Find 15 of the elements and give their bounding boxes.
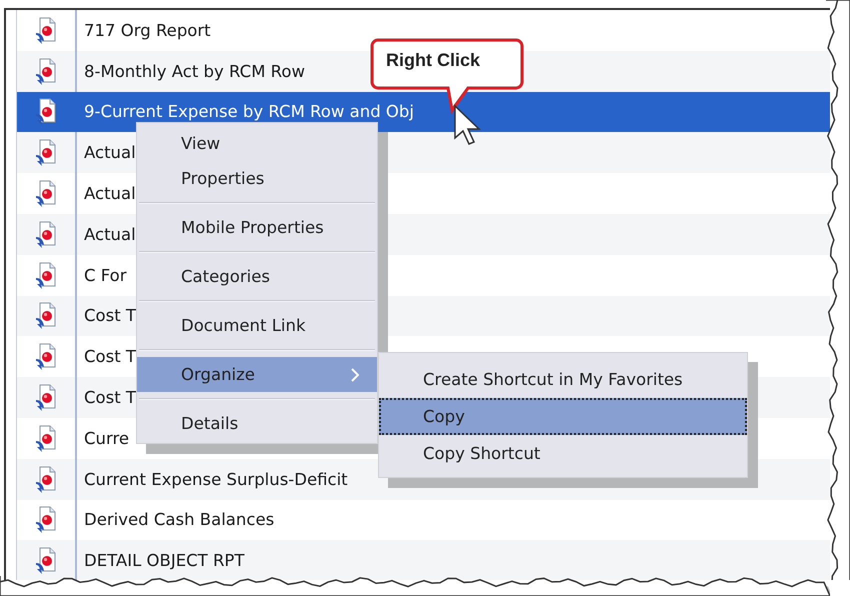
report-name: Current Expense Surplus-Deficit [83,470,348,489]
report-name: Derived Cash Balances [83,510,274,530]
report-name: 8-Monthly Act by RCM Row [83,62,305,81]
report-name: Cost T [83,347,136,366]
report-name: Actual [83,143,136,162]
report-name: Actual [83,184,136,204]
report-name: Cost T [83,306,136,326]
report-name: Cost T [83,388,136,408]
report-name: DETAIL OBJECT RPT [83,551,244,570]
report-name: 717 Org Report [83,20,211,40]
callout-text: Right Click [386,50,480,71]
report-name: C For [83,266,127,285]
report-name: Actual [83,224,136,244]
report-name: 9-Current Expense by RCM Row and Obj [83,102,414,122]
report-name: Curre [83,428,130,448]
